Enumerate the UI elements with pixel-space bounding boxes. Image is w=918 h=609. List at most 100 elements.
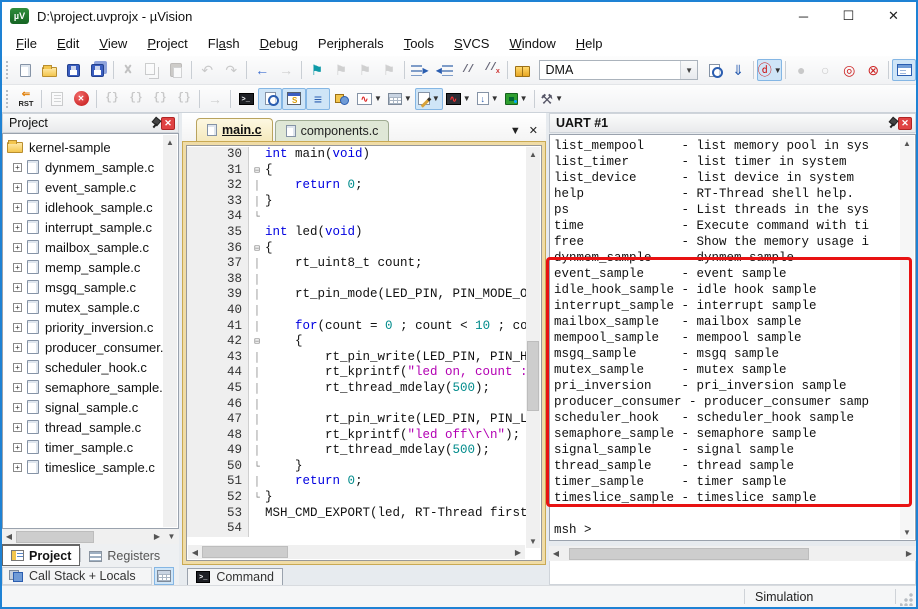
- reset-cpu-button[interactable]: ⇐ RST: [14, 88, 38, 110]
- new-file-button[interactable]: [14, 59, 38, 81]
- call-stack-window-button[interactable]: ↓ ▼: [474, 88, 502, 110]
- watch-windows-button[interactable]: ▼: [414, 87, 443, 110]
- tree-item-timeslice_sample-c[interactable]: + timeslice_sample.c: [3, 457, 163, 477]
- scroll-thumb[interactable]: [569, 547, 809, 560]
- disassembly-window-button[interactable]: [258, 87, 282, 110]
- chevron-down-icon[interactable]: ▼: [774, 66, 782, 75]
- expand-icon[interactable]: +: [13, 222, 22, 232]
- menu-svcs[interactable]: SVCS: [444, 33, 499, 54]
- find-button[interactable]: [702, 59, 726, 81]
- menu-file[interactable]: File: [6, 33, 47, 54]
- memory-windows-button[interactable]: ▼: [385, 88, 415, 110]
- expand-icon[interactable]: +: [13, 442, 22, 452]
- scroll-right-icon[interactable]: ▶: [150, 530, 164, 544]
- expand-icon[interactable]: +: [13, 262, 22, 272]
- registers-window-button[interactable]: ≡: [306, 87, 330, 110]
- serial-window-button[interactable]: [282, 87, 306, 110]
- pin-icon[interactable]: [886, 117, 898, 129]
- fold-marker[interactable]: ⊟: [249, 163, 265, 179]
- stop-debug-button[interactable]: ✕: [69, 88, 93, 110]
- chevron-down-icon[interactable]: ▼: [463, 94, 471, 103]
- tree-item-thread_sample-c[interactable]: + thread_sample.c: [3, 417, 163, 437]
- tree-item-producer_consumer-c[interactable]: + producer_consumer.c: [3, 337, 163, 357]
- expand-icon[interactable]: +: [13, 182, 22, 192]
- menu-tools[interactable]: Tools: [394, 33, 444, 54]
- scroll-thumb[interactable]: [202, 546, 288, 558]
- maximize-button[interactable]: ☐: [826, 2, 871, 30]
- expand-icon[interactable]: +: [13, 462, 22, 472]
- chevron-down-icon[interactable]: ▼: [491, 94, 499, 103]
- comment-button[interactable]: //: [456, 59, 480, 81]
- menu-project[interactable]: Project: [137, 33, 197, 54]
- scroll-right-icon[interactable]: ▶: [902, 547, 916, 561]
- tree-item-interrupt_sample-c[interactable]: + interrupt_sample.c: [3, 217, 163, 237]
- scroll-thumb[interactable]: [527, 341, 539, 411]
- tab-list-icon[interactable]: ▼: [510, 125, 521, 137]
- menu-edit[interactable]: Edit: [47, 33, 89, 54]
- close-icon[interactable]: ✕: [161, 116, 175, 130]
- expand-icon[interactable]: +: [13, 242, 22, 252]
- scroll-left-icon[interactable]: ◀: [188, 545, 202, 559]
- toggle-bookmark-button[interactable]: ⚑: [305, 59, 329, 81]
- code-editor[interactable]: 30 int main(void) 31 ⊟{32 │ return 0; 33 │} 34 └…: [187, 147, 526, 545]
- fold-marker[interactable]: ⊟: [249, 241, 265, 257]
- command-tab[interactable]: >_ Command: [187, 568, 283, 586]
- tree-item-event_sample-c[interactable]: + event_sample.c: [3, 177, 163, 197]
- close-button[interactable]: ✕: [871, 2, 916, 30]
- editor-vertical-scrollbar[interactable]: ▲ ▼: [526, 147, 540, 548]
- uncomment-button[interactable]: //x: [480, 59, 504, 81]
- tree-item-timer_sample-c[interactable]: + timer_sample.c: [3, 437, 163, 457]
- analysis-windows-button[interactable]: ∿ ▼: [354, 88, 385, 110]
- scroll-right-icon[interactable]: ▶: [511, 545, 525, 559]
- chevron-down-icon[interactable]: ▼: [680, 61, 698, 79]
- menu-peripherals[interactable]: Peripherals: [308, 33, 394, 54]
- project-horizontal-scrollbar[interactable]: ◀ ▶ ▼: [2, 529, 179, 544]
- symbols-window-button[interactable]: [330, 88, 354, 110]
- chevron-down-icon[interactable]: ▼: [555, 94, 563, 103]
- expand-icon[interactable]: +: [13, 342, 22, 352]
- tree-item-idlehook_sample-c[interactable]: + idlehook_sample.c: [3, 197, 163, 217]
- expand-icon[interactable]: +: [13, 162, 22, 172]
- indent-button[interactable]: ▶: [408, 59, 432, 81]
- kill-all-breakpoints-button[interactable]: ⊗: [861, 59, 885, 81]
- tree-root[interactable]: kernel-sample: [3, 137, 163, 157]
- tab-project[interactable]: Project: [2, 544, 81, 566]
- chevron-down-icon[interactable]: ▼: [520, 94, 528, 103]
- close-tab-icon[interactable]: ✕: [529, 124, 538, 137]
- expand-icon[interactable]: +: [13, 382, 22, 392]
- tree-item-msgq_sample-c[interactable]: + msgq_sample.c: [3, 277, 163, 297]
- command-window-button[interactable]: >_: [234, 88, 258, 110]
- scroll-left-icon[interactable]: ◀: [2, 530, 16, 544]
- project-vertical-scrollbar[interactable]: ▲: [163, 135, 177, 527]
- tree-item-scheduler_hook-c[interactable]: + scheduler_hook.c: [3, 357, 163, 377]
- scroll-left-icon[interactable]: ◀: [549, 547, 563, 561]
- outdent-button[interactable]: ◀: [432, 59, 456, 81]
- expand-icon[interactable]: +: [13, 402, 22, 412]
- tab-registers[interactable]: Registers: [81, 545, 168, 567]
- memory-keypad-button[interactable]: [154, 567, 174, 585]
- tree-item-memp_sample-c[interactable]: + memp_sample.c: [3, 257, 163, 277]
- tree-item-semaphore_sample-c[interactable]: + semaphore_sample.c: [3, 377, 163, 397]
- menu-help[interactable]: Help: [566, 33, 613, 54]
- save-button[interactable]: [62, 59, 86, 81]
- target-select-combobox[interactable]: DMA ▼: [538, 60, 699, 80]
- expand-icon[interactable]: +: [13, 302, 22, 312]
- expand-icon[interactable]: +: [13, 422, 22, 432]
- scroll-up-icon[interactable]: ▲: [163, 135, 177, 149]
- tree-item-dynmem_sample-c[interactable]: + dynmem_sample.c: [3, 157, 163, 177]
- chevron-down-icon[interactable]: ▼: [374, 94, 382, 103]
- menu-view[interactable]: View: [89, 33, 137, 54]
- fold-marker[interactable]: ⊟: [249, 334, 265, 350]
- tree-item-mailbox_sample-c[interactable]: + mailbox_sample.c: [3, 237, 163, 257]
- save-all-button[interactable]: [86, 59, 110, 81]
- expand-icon[interactable]: +: [13, 362, 22, 372]
- resize-grip[interactable]: [900, 591, 914, 606]
- callstack-locals-button[interactable]: Call Stack + Locals: [2, 567, 152, 585]
- incremental-find-button[interactable]: ⇓: [726, 59, 750, 81]
- pin-icon[interactable]: [149, 117, 161, 129]
- uart-vertical-scrollbar[interactable]: ▲ ▼: [900, 136, 914, 539]
- expand-icon[interactable]: +: [13, 322, 22, 332]
- scroll-down-icon[interactable]: ▼: [900, 525, 914, 539]
- logic-analyzer-button[interactable]: ∿ ▼: [443, 88, 474, 110]
- uart-horizontal-scrollbar[interactable]: ◀ ▶: [549, 546, 916, 561]
